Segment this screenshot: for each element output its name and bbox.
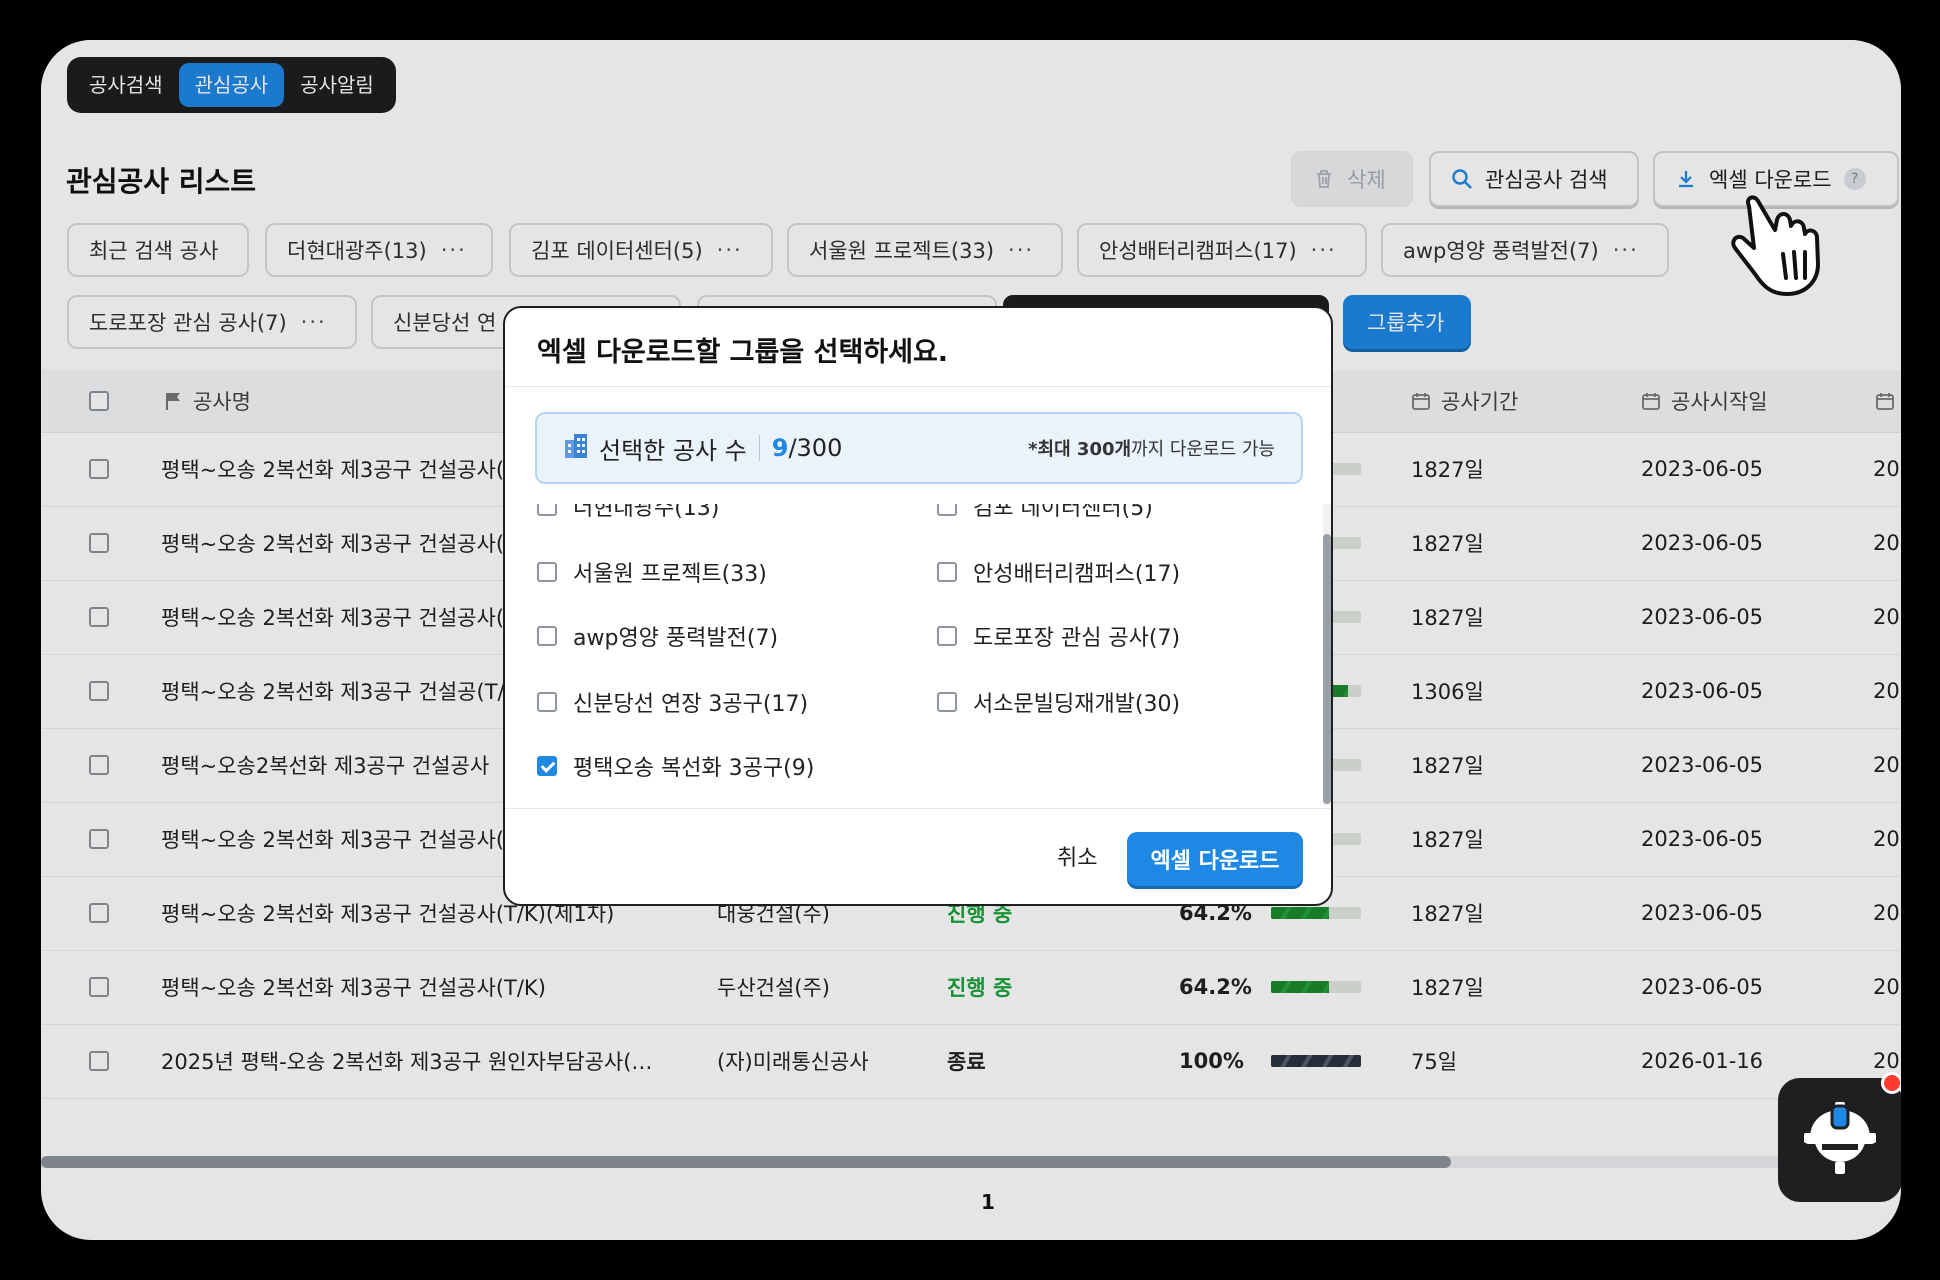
option-label: 안성배터리캠퍼스(17)	[973, 562, 1181, 587]
option-checkbox[interactable]	[537, 692, 557, 712]
selected-label: 선택한 공사 수	[599, 436, 747, 465]
safety-helmet-gear-icon	[1796, 1094, 1884, 1186]
cancel-button[interactable]: 취소	[1043, 832, 1111, 886]
group-option[interactable]: 신분당선 연장 3공구(17)	[537, 686, 808, 718]
selected-count: 9	[771, 434, 789, 462]
group-option[interactable]: 도로포장 관심 공사(7)	[937, 620, 1180, 652]
dialog-scrollbar[interactable]	[1323, 504, 1331, 806]
helper-fab[interactable]	[1778, 1078, 1901, 1202]
selected-count-box: 선택한 공사 수 9 /300 *최대 300개까지 다운로드 가능	[535, 412, 1303, 484]
option-checkbox[interactable]	[537, 562, 557, 582]
building-icon	[563, 432, 589, 464]
option-label: 도로포장 관심 공사(7)	[973, 626, 1181, 651]
option-checkbox-checked[interactable]	[537, 756, 557, 776]
group-option[interactable]: 서소문빌딩재개발(30)	[937, 686, 1180, 718]
group-option[interactable]: 안성배터리캠퍼스(17)	[937, 556, 1180, 588]
divider	[505, 808, 1331, 809]
excel-download-dialog: 엑셀 다운로드할 그룹을 선택하세요. 선택한 공사 수 9 /300 *최대 …	[503, 306, 1333, 906]
max-note: *최대 300개까지 다운로드 가능	[1028, 435, 1275, 461]
group-option-selected[interactable]: 평택오송 복선화 3공구(9)	[537, 750, 814, 782]
option-checkbox[interactable]	[937, 626, 957, 646]
option-checkbox[interactable]	[537, 626, 557, 646]
selected-total: /300	[788, 434, 843, 462]
pointer-hand-icon	[1721, 190, 1831, 304]
option-label: 평택오송 복선화 3공구(9)	[573, 756, 815, 781]
option-label: 서울원 프로젝트(33)	[573, 562, 767, 587]
option-label: awp영양 풍력발전(7)	[573, 626, 779, 651]
option-checkbox[interactable]	[937, 504, 957, 516]
divider	[758, 435, 760, 461]
option-label: 김포 데이터센터(5)	[973, 504, 1153, 521]
app-screen: 공사검색 관심공사 공사알림 관심공사 리스트 삭제 관심공사 검색 엑셀 다운…	[41, 40, 1901, 1240]
notification-badge	[1881, 1072, 1901, 1094]
option-label: 더현대광주(13)	[573, 504, 720, 521]
group-option[interactable]: 서울원 프로젝트(33)	[537, 556, 767, 588]
option-checkbox[interactable]	[937, 692, 957, 712]
option-checkbox[interactable]	[937, 562, 957, 582]
option-label: 서소문빌딩재개발(30)	[973, 692, 1181, 717]
device-frame: 공사검색 관심공사 공사알림 관심공사 리스트 삭제 관심공사 검색 엑셀 다운…	[0, 0, 1940, 1280]
group-option[interactable]: awp영양 풍력발전(7)	[537, 620, 778, 652]
max-note-rest: 까지 다운로드 가능	[1131, 439, 1275, 460]
dialog-title: 엑셀 다운로드할 그룹을 선택하세요.	[537, 337, 949, 368]
dialog-scrollbar-thumb[interactable]	[1323, 534, 1331, 804]
divider	[505, 386, 1331, 387]
group-option-list: 더현대광주(13) 김포 데이터센터(5) 서울원 프로젝트(33) 안성배터리…	[505, 504, 1325, 806]
group-option[interactable]: 더현대광주(13)	[537, 504, 719, 522]
max-note-bold: *최대 300개	[1028, 439, 1132, 460]
confirm-excel-download-button[interactable]: 엑셀 다운로드	[1127, 832, 1303, 886]
group-option[interactable]: 김포 데이터센터(5)	[937, 504, 1153, 522]
option-label: 신분당선 연장 3공구(17)	[573, 692, 809, 717]
option-checkbox[interactable]	[537, 504, 557, 516]
